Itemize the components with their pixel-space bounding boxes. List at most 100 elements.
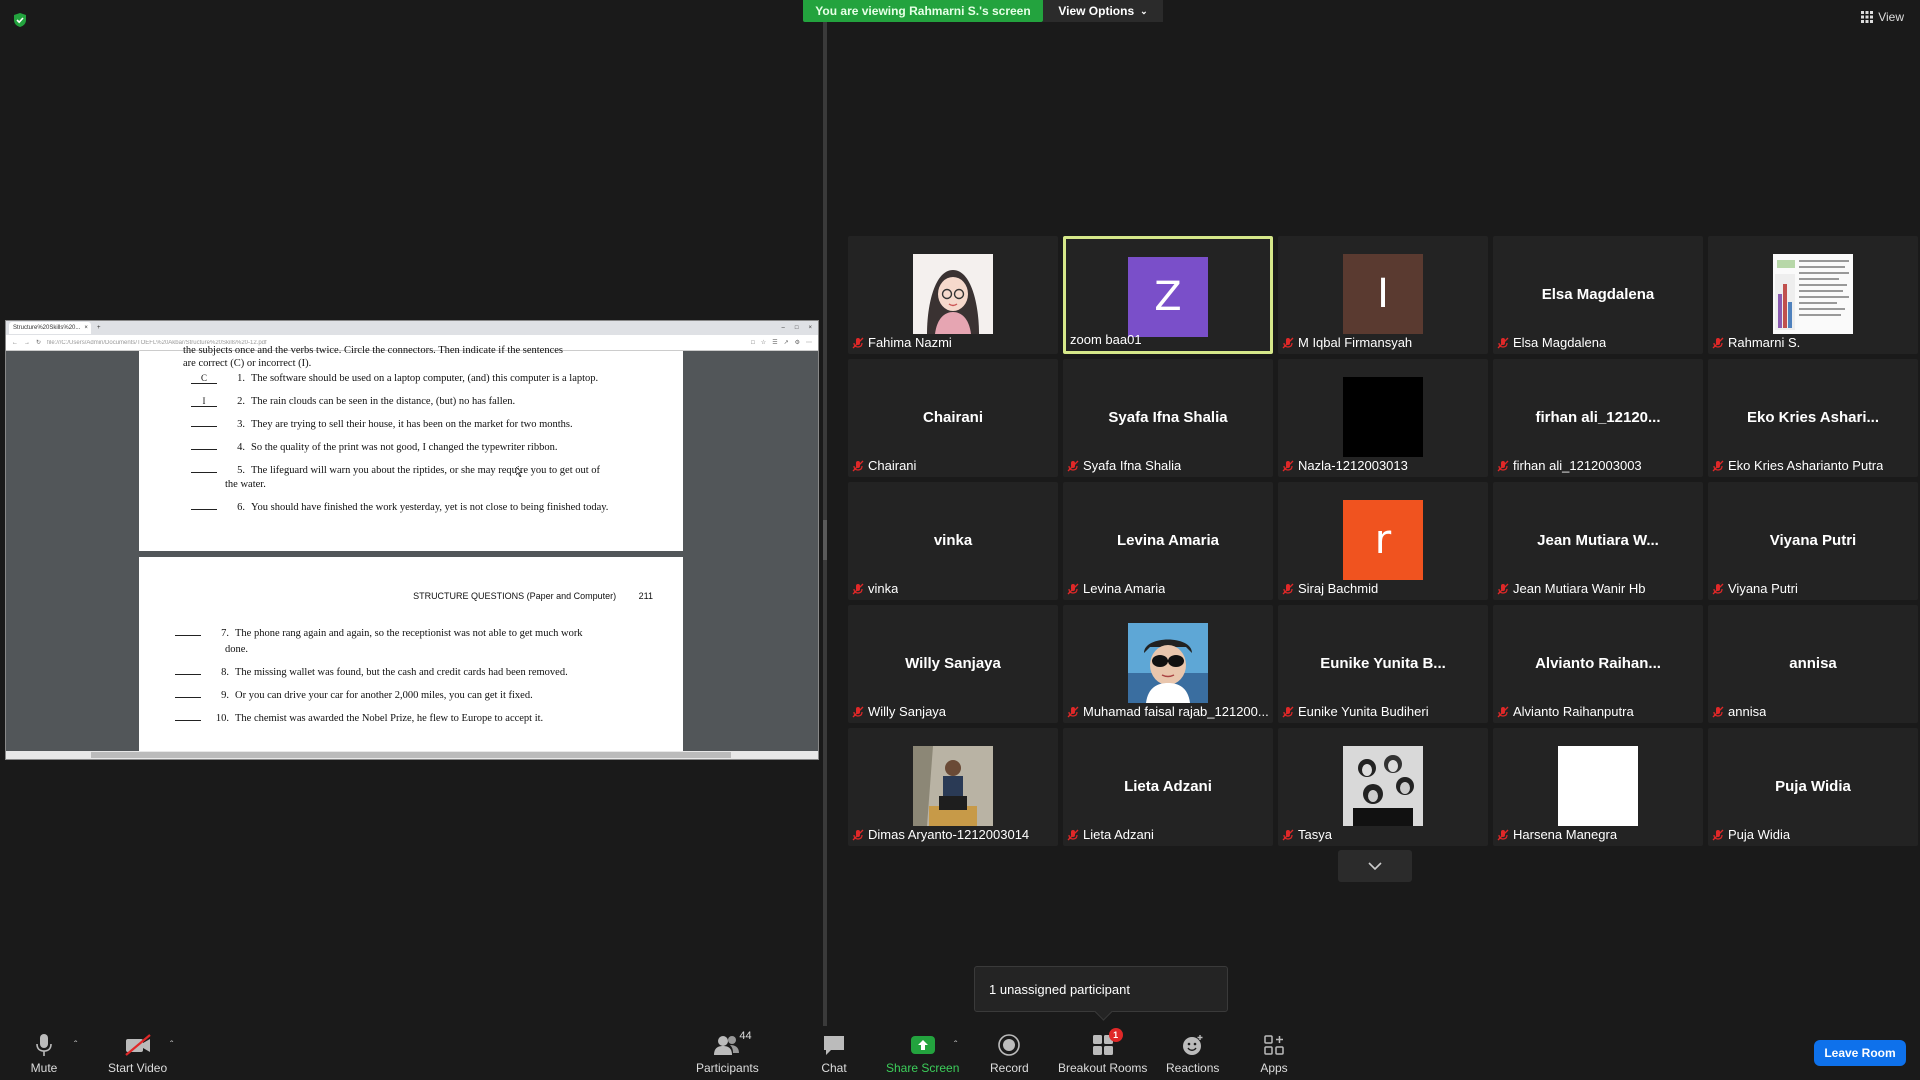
muted-mic-icon (1712, 460, 1724, 472)
participant-display-name: Alvianto Raihan... (1535, 655, 1661, 672)
breakout-rooms-label: Breakout Rooms (1058, 1061, 1148, 1075)
participant-tile[interactable]: Puja Widia Puja Widia (1708, 728, 1918, 846)
browser-tab[interactable]: Structure%20Skills%20... × (9, 322, 91, 334)
participant-name: M Iqbal Firmansyah (1298, 335, 1413, 350)
participant-tile[interactable]: Alvianto Raihan... Alvianto Raihanputra (1493, 605, 1703, 723)
participant-tile[interactable]: Chairani Chairani (848, 359, 1058, 477)
participant-tile[interactable]: IM Iqbal Firmansyah (1278, 236, 1488, 354)
pdf-viewer[interactable]: the subjects once and the verbs twice. C… (6, 345, 818, 753)
question-text: They are trying to sell their house, it … (251, 419, 573, 430)
participant-tile[interactable]: Tasya (1278, 728, 1488, 846)
participant-name-bar: Siraj Bachmid (1282, 581, 1484, 596)
question-number: 1. (237, 373, 245, 384)
participant-display-name: Lieta Adzani (1124, 778, 1212, 795)
answer-blank (191, 426, 217, 427)
question-text: The chemist was awarded the Nobel Prize,… (235, 713, 544, 724)
participant-tile[interactable]: firhan ali_12120... firhan ali_1212003003 (1493, 359, 1703, 477)
participant-tile[interactable]: Viyana Putri Viyana Putri (1708, 482, 1918, 600)
participant-tile[interactable]: Eko Kries Ashari... Eko Kries Asharianto … (1708, 359, 1918, 477)
muted-mic-icon (852, 583, 864, 595)
read-aloud-icon[interactable]: □ (751, 340, 755, 346)
share-screen-icon (910, 1036, 935, 1054)
participant-name: Elsa Magdalena (1513, 335, 1607, 350)
more-icon[interactable]: ⋯ (806, 339, 812, 346)
participant-name-bar: Tasya (1282, 827, 1484, 842)
participant-tile[interactable]: Dimas Aryanto-1212003014 (848, 728, 1058, 846)
unassigned-participant-tooltip: 1 unassigned participant (974, 966, 1228, 1012)
participant-tile[interactable]: Rahmarni S. (1708, 236, 1918, 354)
muted-mic-icon (1067, 460, 1079, 472)
apps-label: Apps (1260, 1061, 1288, 1075)
close-tab-icon[interactable]: × (84, 325, 88, 331)
participant-tile[interactable]: Nazla-1212003013 (1278, 359, 1488, 477)
apps-button[interactable]: Apps (1260, 1032, 1288, 1075)
new-tab-icon[interactable]: + (97, 325, 101, 331)
gallery-next-page-button[interactable] (1338, 850, 1412, 882)
participant-tile[interactable]: Harsena Manegra (1493, 728, 1703, 846)
participant-display-name: Willy Sanjaya (905, 655, 1001, 672)
participant-tile[interactable]: vinka vinka (848, 482, 1058, 600)
pdf-page-number: 211 (638, 591, 653, 601)
divider-drag-handle[interactable] (823, 520, 827, 560)
participant-tile[interactable]: Jean Mutiara W... Jean Mutiara Wanir Hb (1493, 482, 1703, 600)
collections-icon[interactable]: ☰ (772, 339, 777, 346)
participant-tile[interactable]: Elsa Magdalena Elsa Magdalena (1493, 236, 1703, 354)
pdf-intro-line: are correct (C) or incorrect (I). (183, 358, 312, 369)
participant-tile[interactable]: Levina Amaria Levina Amaria (1063, 482, 1273, 600)
participant-tile[interactable]: Fahima Nazmi (848, 236, 1058, 354)
view-options-button[interactable]: View Options ⌄ (1043, 0, 1163, 22)
mute-button[interactable]: Mute (30, 1032, 58, 1075)
share-icon[interactable]: ↗ (784, 339, 789, 346)
participant-tile[interactable]: Zzoom baa01 (1063, 236, 1273, 354)
answer-blank: C (191, 373, 217, 384)
reactions-button[interactable]: Reactions (1166, 1032, 1219, 1075)
avatar (1558, 746, 1638, 826)
participant-name: Rahmarni S. (1728, 335, 1801, 350)
participant-name: Dimas Aryanto-1212003014 (868, 827, 1030, 842)
favorite-icon[interactable]: ☆ (761, 339, 766, 346)
question-text: The lifeguard will warn you about the ri… (251, 465, 601, 476)
question-text: Or you can drive your car for another 2,… (235, 690, 533, 701)
close-window-icon[interactable]: × (808, 325, 812, 331)
participant-name: Syafa Ifna Shalia (1083, 458, 1182, 473)
minimize-icon[interactable]: – (782, 325, 785, 331)
participant-tile[interactable]: Muhamad faisal rajab_121200... (1063, 605, 1273, 723)
record-label: Record (990, 1061, 1029, 1075)
participant-tile[interactable]: annisa annisa (1708, 605, 1918, 723)
chat-button[interactable]: Chat (820, 1032, 848, 1075)
participant-name-bar: Harsena Manegra (1497, 827, 1699, 842)
forward-icon[interactable]: → (24, 340, 30, 346)
answer-blank (191, 449, 217, 450)
record-button[interactable]: Record (990, 1032, 1029, 1075)
reactions-label: Reactions (1166, 1061, 1220, 1075)
participant-name: Muhamad faisal rajab_121200... (1083, 704, 1269, 719)
leave-room-button[interactable]: Leave Room (1814, 1040, 1906, 1066)
share-screen-button[interactable]: Share Screen (886, 1032, 959, 1075)
participant-name-bar: Dimas Aryanto-1212003014 (852, 827, 1054, 842)
answer-blank (191, 472, 217, 473)
participant-name-bar: Willy Sanjaya (852, 704, 1054, 719)
video-options-caret-icon[interactable]: ˆ (170, 1040, 173, 1051)
view-button[interactable]: View (1861, 10, 1904, 24)
pdf-question: the water. (225, 479, 266, 490)
back-icon[interactable]: ← (12, 340, 18, 346)
participant-name: Eunike Yunita Budiheri (1298, 704, 1429, 719)
encryption-shield-icon[interactable] (12, 12, 28, 28)
microphone-icon (36, 1034, 52, 1056)
start-video-button[interactable]: Start Video (108, 1032, 167, 1075)
horizontal-scrollbar[interactable] (6, 751, 818, 759)
reload-icon[interactable]: ↻ (36, 339, 41, 346)
audio-options-caret-icon[interactable]: ˆ (74, 1040, 77, 1051)
participants-button[interactable]: 44 Participants (696, 1030, 759, 1075)
maximize-icon[interactable]: □ (795, 325, 799, 331)
breakout-rooms-button[interactable]: 1 Breakout Rooms (1058, 1028, 1148, 1075)
scrollbar-thumb[interactable] (91, 752, 731, 758)
participant-tile[interactable]: Eunike Yunita B... Eunike Yunita Budiheri (1278, 605, 1488, 723)
participant-name-bar: Levina Amaria (1067, 581, 1269, 596)
participant-tile[interactable]: Willy Sanjaya Willy Sanjaya (848, 605, 1058, 723)
extensions-icon[interactable]: ⚙ (795, 339, 800, 346)
share-options-caret-icon[interactable]: ˆ (954, 1040, 957, 1051)
participant-tile[interactable]: r Siraj Bachmid (1278, 482, 1488, 600)
participant-tile[interactable]: Lieta Adzani Lieta Adzani (1063, 728, 1273, 846)
participant-tile[interactable]: Syafa Ifna Shalia Syafa Ifna Shalia (1063, 359, 1273, 477)
